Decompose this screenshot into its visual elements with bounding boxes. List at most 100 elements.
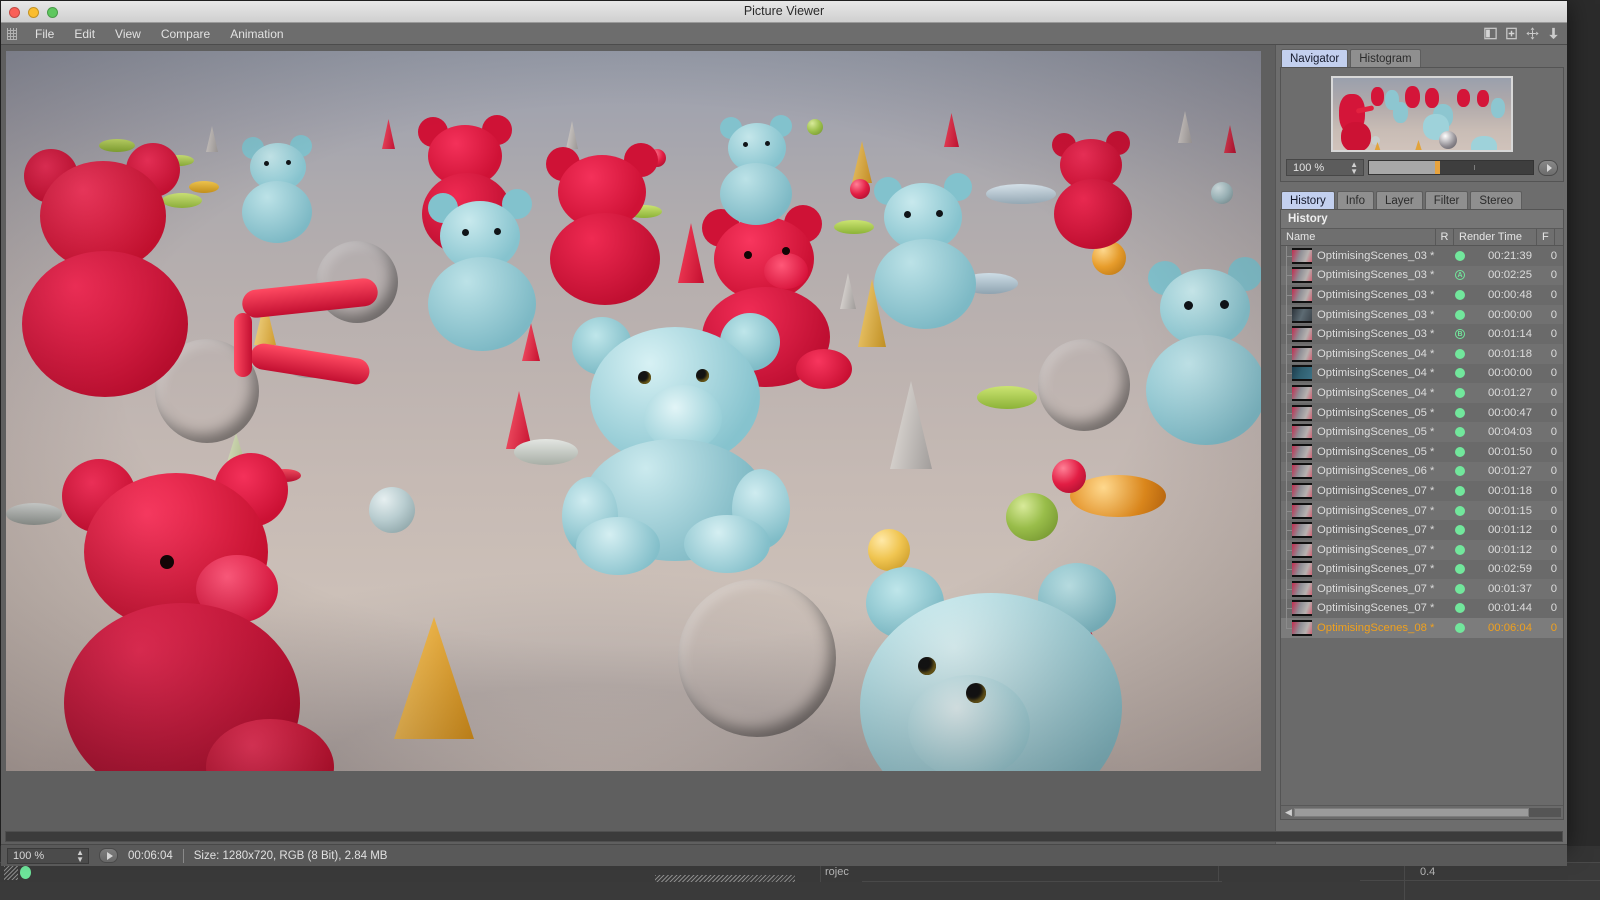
- statusbar-play-button[interactable]: [99, 848, 118, 863]
- stepper-icon[interactable]: ▲▼: [1350, 161, 1358, 175]
- history-row[interactable]: OptimisingScenes_08 *00:06:040: [1281, 618, 1563, 638]
- column-header-r[interactable]: R: [1436, 229, 1454, 245]
- status-dot-icon: [1455, 447, 1465, 457]
- split-view-icon[interactable]: [1483, 26, 1498, 41]
- menu-edit[interactable]: Edit: [64, 25, 105, 43]
- add-panel-icon[interactable]: [1504, 26, 1519, 41]
- history-row[interactable]: OptimisingScenes_07 *00:02:590: [1281, 560, 1563, 580]
- navigator-zoom-field[interactable]: 100 % ▲▼: [1286, 159, 1364, 176]
- history-row[interactable]: OptimisingScenes_07 *00:01:150: [1281, 501, 1563, 521]
- history-row[interactable]: OptimisingScenes_07 *00:01:370: [1281, 579, 1563, 599]
- tab-filter[interactable]: Filter: [1425, 191, 1469, 210]
- row-thumbnail: [1292, 326, 1312, 342]
- history-row[interactable]: OptimisingScenes_07 *00:01:180: [1281, 481, 1563, 501]
- row-render-time: 00:21:39: [1470, 250, 1532, 262]
- menu-animation[interactable]: Animation: [220, 25, 293, 43]
- history-row[interactable]: OptimisingScenes_03 * 00:21:390: [1281, 246, 1563, 266]
- stepper-icon[interactable]: ▲▼: [76, 849, 84, 863]
- navigator-thumbnail[interactable]: [1331, 76, 1513, 152]
- row-frame-count: 0: [1532, 544, 1563, 556]
- row-render-time: 00:01:27: [1470, 387, 1532, 399]
- history-row[interactable]: OptimisingScenes_03 *00:00:000: [1281, 305, 1563, 325]
- history-row[interactable]: OptimisingScenes_07 *00:01:120: [1281, 540, 1563, 560]
- navigator-box: 100 % ▲▼: [1280, 67, 1564, 182]
- row-render-status: [1450, 466, 1470, 476]
- menu-file[interactable]: File: [25, 25, 64, 43]
- row-render-status: [1450, 623, 1470, 633]
- row-render-time: 00:01:15: [1470, 505, 1532, 517]
- tab-layer[interactable]: Layer: [1376, 191, 1423, 210]
- row-render-status: B: [1450, 329, 1470, 339]
- navigator-zoom-value: 100 %: [1293, 162, 1324, 174]
- history-row[interactable]: OptimisingScenes_04 *00:01:270: [1281, 383, 1563, 403]
- row-render-time: 00:01:27: [1470, 465, 1532, 477]
- menu-view[interactable]: View: [105, 25, 151, 43]
- row-name: OptimisingScenes_03 *: [1317, 269, 1450, 281]
- navigator-play-button[interactable]: [1538, 160, 1558, 176]
- row-name: OptimisingScenes_07 *: [1317, 485, 1450, 497]
- bg-grip-corner[interactable]: [4, 866, 18, 880]
- scrollbar-thumb[interactable]: [1294, 808, 1529, 817]
- row-thumbnail: [1292, 346, 1312, 362]
- window-titlebar[interactable]: Picture Viewer: [1, 1, 1567, 23]
- history-row[interactable]: OptimisingScenes_07 *00:01:440: [1281, 599, 1563, 619]
- statusbar-zoom-field[interactable]: 100 % ▲▼: [7, 848, 89, 864]
- history-row[interactable]: OptimisingScenes_05 *00:04:030: [1281, 422, 1563, 442]
- history-row[interactable]: OptimisingScenes_04 *00:00:000: [1281, 364, 1563, 384]
- play-icon: [107, 852, 113, 860]
- scrollbar-track[interactable]: [1294, 808, 1561, 817]
- row-thumbnail: [1292, 483, 1312, 499]
- column-header-f[interactable]: F: [1537, 229, 1555, 245]
- status-dot-icon: [1455, 603, 1465, 613]
- status-dot-icon: [1455, 466, 1465, 476]
- history-row[interactable]: OptimisingScenes_03 *00:00:480: [1281, 285, 1563, 305]
- navigator-zoom-slider[interactable]: [1368, 160, 1534, 175]
- row-thumbnail: [1292, 620, 1312, 636]
- scene-3d-render: [6, 51, 1261, 771]
- scroll-left-icon[interactable]: ◀: [1283, 807, 1294, 818]
- bg-status-indicator: [20, 866, 31, 879]
- column-header-render-time[interactable]: Render Time: [1454, 229, 1537, 245]
- tab-navigator[interactable]: Navigator: [1281, 49, 1348, 68]
- tab-history[interactable]: History: [1281, 191, 1335, 210]
- row-thumbnail: [1292, 248, 1312, 264]
- history-row-list[interactable]: OptimisingScenes_03 *00:21:390Optimising…: [1281, 246, 1563, 805]
- bg-grip-handle[interactable]: [655, 875, 795, 882]
- row-render-status: [1450, 368, 1470, 378]
- move-icon[interactable]: [1525, 26, 1540, 41]
- rendered-image[interactable]: [6, 51, 1261, 771]
- statusbar-image-info: Size: 1280x720, RGB (8 Bit), 2.84 MB: [194, 850, 388, 862]
- status-dot-icon: [1455, 310, 1465, 320]
- slider-tick: [1474, 165, 1475, 170]
- row-render-status: [1450, 349, 1470, 359]
- history-row[interactable]: OptimisingScenes_05 *00:01:500: [1281, 442, 1563, 462]
- row-render-status: [1450, 486, 1470, 496]
- history-row[interactable]: OptimisingScenes_05 *00:00:470: [1281, 403, 1563, 423]
- tab-stereo[interactable]: Stereo: [1470, 191, 1522, 210]
- collapse-down-icon[interactable]: [1546, 26, 1561, 41]
- menu-grip-icon[interactable]: [7, 28, 17, 40]
- row-render-time: 00:00:47: [1470, 407, 1532, 419]
- row-render-time: 00:00:48: [1470, 289, 1532, 301]
- history-row[interactable]: OptimisingScenes_07 *00:01:120: [1281, 520, 1563, 540]
- row-render-time: 00:00:00: [1470, 367, 1532, 379]
- history-horizontal-scrollbar[interactable]: ◀: [1281, 805, 1563, 819]
- tab-histogram[interactable]: Histogram: [1350, 49, 1420, 68]
- row-name: OptimisingScenes_03 *: [1317, 250, 1450, 262]
- row-name: OptimisingScenes_07 *: [1317, 544, 1450, 556]
- navigator-zoom-row: 100 % ▲▼: [1286, 159, 1558, 176]
- status-dot-icon: [1455, 290, 1465, 300]
- row-render-status: [1450, 564, 1470, 574]
- menu-compare[interactable]: Compare: [151, 25, 220, 43]
- history-row[interactable]: OptimisingScenes_06 *00:01:270: [1281, 462, 1563, 482]
- tab-info[interactable]: Info: [1337, 191, 1374, 210]
- history-section-title: History: [1281, 210, 1563, 229]
- history-row[interactable]: OptimisingScenes_03 *B00:01:140: [1281, 324, 1563, 344]
- status-dot-icon: [1455, 388, 1465, 398]
- history-row[interactable]: OptimisingScenes_04 *00:01:180: [1281, 344, 1563, 364]
- row-frame-count: 0: [1532, 250, 1563, 262]
- slider-handle[interactable]: [1435, 161, 1440, 174]
- column-header-name[interactable]: Name: [1281, 229, 1436, 245]
- row-frame-count: 0: [1532, 348, 1563, 360]
- history-row[interactable]: OptimisingScenes_03 *A00:02:250: [1281, 266, 1563, 286]
